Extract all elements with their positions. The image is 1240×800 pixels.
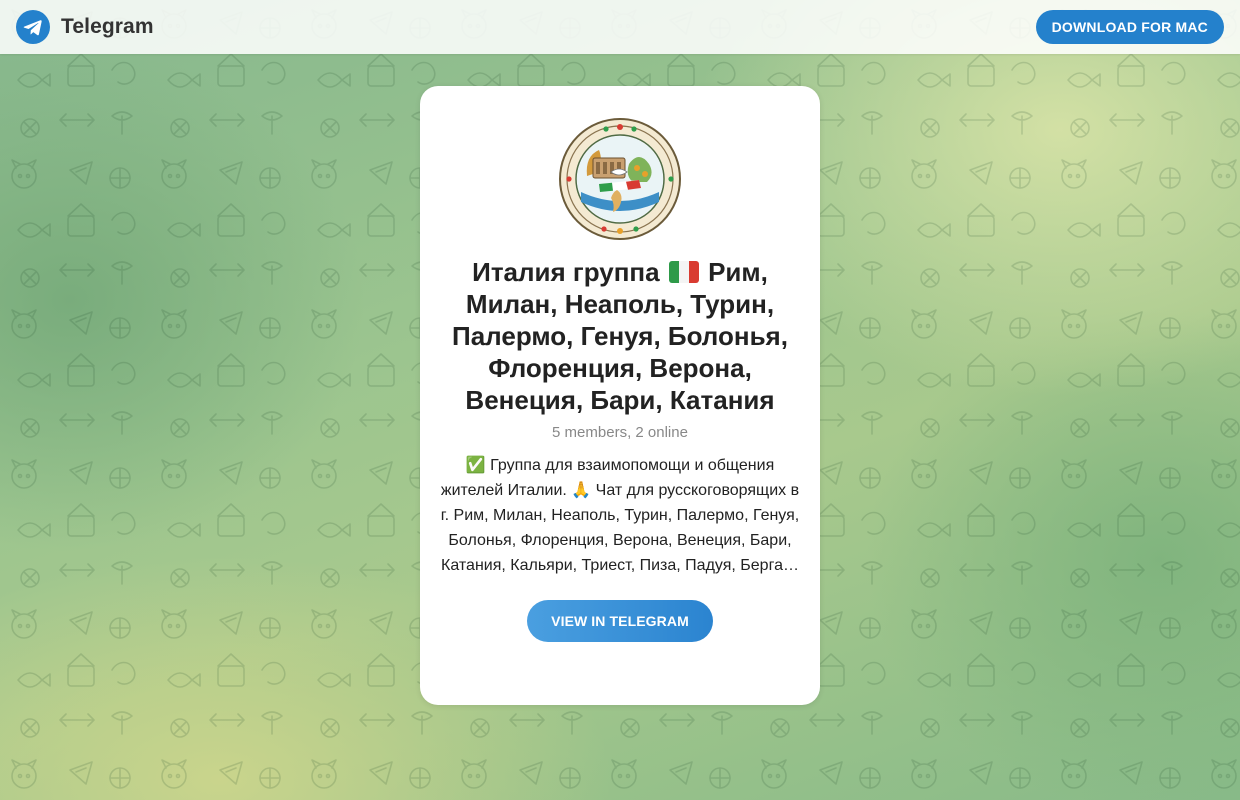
- channel-description: ✅ Группа для взаимопомощи и общения жите…: [440, 457, 800, 574]
- telegram-plane-icon: [16, 10, 50, 44]
- members-count: 5 members, 2 online: [552, 424, 688, 441]
- group-avatar: [559, 118, 681, 240]
- top-bar: Telegram DOWNLOAD FOR MAC: [0, 0, 1240, 54]
- title-text-start: Италия группа: [472, 257, 660, 287]
- download-for-mac-button[interactable]: DOWNLOAD FOR MAC: [1035, 10, 1224, 44]
- view-in-telegram-button[interactable]: VIEW IN TELEGRAM: [527, 600, 713, 642]
- brand-name: Telegram: [61, 15, 154, 38]
- channel-title: Италия группа Рим, Милан, Неаполь, Турин…: [446, 256, 794, 416]
- italy-flag-icon: [668, 261, 699, 283]
- brand[interactable]: Telegram: [16, 10, 154, 44]
- channel-card: Италия группа Рим, Милан, Неаполь, Турин…: [420, 86, 820, 705]
